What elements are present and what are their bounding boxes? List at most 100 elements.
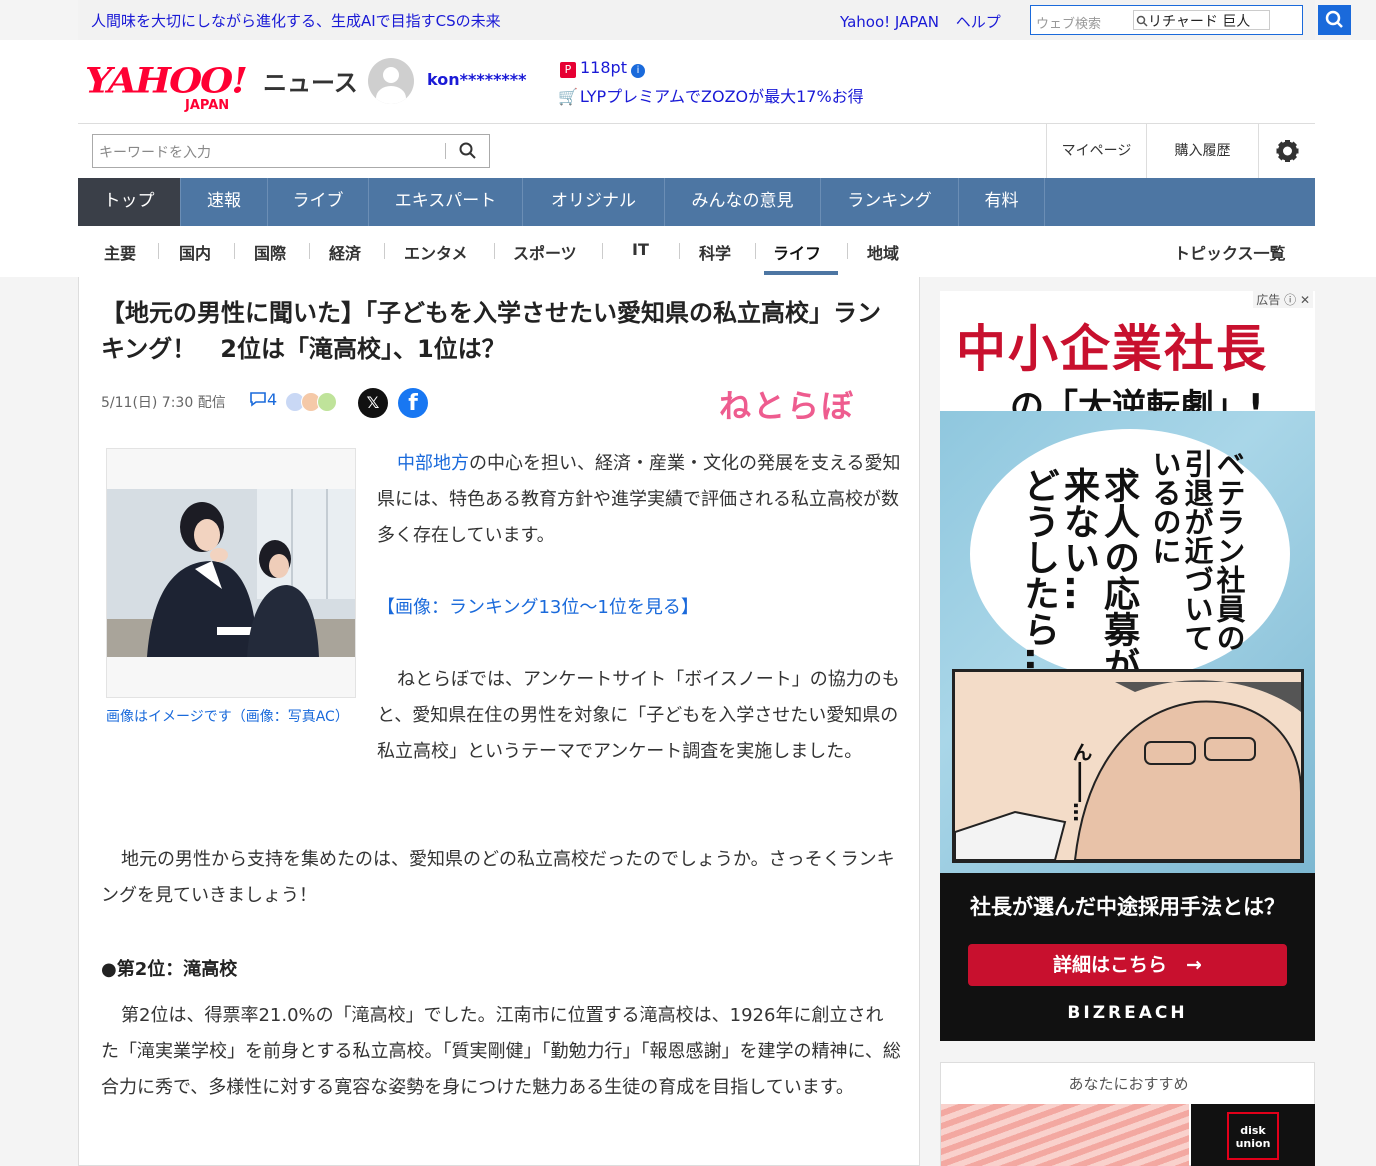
article-image[interactable]: [106, 448, 356, 698]
paragraph-5: 第2位は、得票率21.0%の「滝高校」でした。江南市に位置する滝高校は、1926…: [101, 1005, 901, 1098]
recommendations: あなたにおすすめ disk union: [940, 1062, 1315, 1166]
divider: [494, 243, 495, 259]
web-search-button[interactable]: [1318, 5, 1351, 35]
help-link[interactable]: ヘルプ: [956, 13, 1001, 31]
ad-manga: ベテラン社員の 引退が近づいて いるのに 求人の応募が 来ない… どうしたら… …: [940, 411, 1315, 873]
divider: [445, 143, 446, 159]
cat-life[interactable]: ライフ: [773, 240, 821, 264]
top-promo-bar: 人間味を大切にしながら進化する、生成AIで目指すCSの未来 Yahoo! JAP…: [78, 0, 1351, 40]
nav-top[interactable]: トップ: [78, 178, 181, 226]
web-search-suggestion[interactable]: リチャード 巨人: [1133, 10, 1270, 30]
purchase-history-link[interactable]: 購入履歴: [1146, 124, 1258, 178]
comment-count: 4: [267, 390, 278, 409]
cat-region[interactable]: 地域: [867, 240, 899, 264]
subheader: キーワードを入力 マイページ 購入履歴: [78, 123, 1315, 178]
gear-icon[interactable]: [1258, 124, 1315, 178]
nav-opinions[interactable]: みんなの意見: [665, 178, 821, 226]
cat-entertainment[interactable]: エンタメ: [404, 240, 468, 264]
yahoo-news-logo[interactable]: YAHOO! JAPAN ニュース: [85, 58, 358, 113]
nav-live[interactable]: ライブ: [268, 178, 369, 226]
cat-main[interactable]: 主要: [104, 240, 136, 264]
paypay-icon: P: [560, 62, 576, 78]
cat-it[interactable]: IT: [632, 240, 649, 259]
keyword-search-placeholder: キーワードを入力: [99, 145, 211, 161]
article-title: 【地元の男性に聞いた】「子どもを入学させたい愛知県の私立高校」ランキング！ 2位…: [101, 299, 881, 363]
divider: [847, 243, 848, 259]
bubble-text: いるのに: [1148, 449, 1182, 565]
logo-yahoo: YAHOO!: [85, 60, 248, 101]
nav-paid[interactable]: 有料: [959, 178, 1045, 226]
nav-expert[interactable]: エキスパート: [369, 178, 523, 226]
ad-banner[interactable]: 広告 ⓘ ✕ 中小企業社長 の「大逆転劇」! ベテラン社員の 引退が近づいて い…: [940, 291, 1315, 1041]
divider: [602, 243, 603, 259]
bubble-text: どうしたら…: [1018, 467, 1059, 683]
active-tab-indicator: [764, 271, 838, 275]
cat-international[interactable]: 国際: [254, 240, 286, 264]
points-link[interactable]: P 118pt i: [560, 58, 645, 78]
paragraph-1: 中部地方の中心を担い、経済・産業・文化の発展を支える愛知県には、特色ある教育方針…: [377, 446, 901, 554]
cat-domestic[interactable]: 国内: [179, 240, 211, 264]
nav-breaking[interactable]: 速報: [181, 178, 268, 226]
disk-union-logo: disk union: [1227, 1112, 1279, 1160]
image-caption[interactable]: 画像はイメージです（画像：写真AC）: [106, 707, 349, 728]
comment-link[interactable]: 4: [249, 390, 277, 409]
ad-headline-1: 中小企業社長: [956, 320, 1268, 378]
x-share-icon[interactable]: 𝕏: [358, 388, 388, 418]
keyword-search-input[interactable]: キーワードを入力: [92, 134, 490, 168]
reaction-faces[interactable]: [285, 392, 345, 414]
publisher-logo[interactable]: ねとらぼ: [719, 381, 855, 427]
ad-brand-logo: BIZREACH: [1067, 1003, 1188, 1023]
search-icon[interactable]: [458, 141, 478, 165]
reaction-icon: [317, 392, 337, 412]
divider: [309, 243, 310, 259]
ad-label-text: 広告: [1256, 293, 1281, 307]
divider: [755, 243, 756, 259]
promo-link[interactable]: 人間味を大切にしながら進化する、生成AIで目指すCSの未来: [91, 10, 501, 31]
paragraph-2: 【画像：ランキング13位～1位を見る】: [377, 590, 901, 626]
recommendations-title: あなたにおすすめ: [1068, 1075, 1189, 1093]
avatar[interactable]: [368, 58, 414, 104]
comment-icon: [250, 392, 266, 407]
facebook-share-icon[interactable]: f: [398, 388, 428, 418]
search-icon: [1136, 15, 1148, 27]
search-icon: [1325, 10, 1343, 28]
manga-panel: ん――…: [952, 669, 1304, 863]
header: YAHOO! JAPAN ニュース kon******** P 118pt i 🛒 L…: [0, 40, 1376, 277]
mypage-link[interactable]: マイページ: [1046, 124, 1146, 178]
category-nav: 主要 国内 国際 経済 エンタメ スポーツ IT 科学 ライフ 地域 トピックス…: [78, 226, 1315, 276]
article: 【地元の男性に聞いた】「子どもを入学させたい愛知県の私立高校」ランキング！ 2位…: [78, 277, 920, 1166]
cart-icon: 🛒: [558, 87, 578, 106]
paragraph-3: ねとらぼでは、アンケートサイト「ボイスノート」の協力のもと、愛知県在住の男性を対…: [377, 669, 900, 762]
divider: [158, 243, 159, 259]
username-link[interactable]: kon********: [427, 70, 527, 89]
yahoo-japan-link[interactable]: Yahoo! JAPAN: [840, 13, 939, 31]
section-heading: ●第2位：滝高校: [101, 959, 238, 980]
divider: [679, 243, 680, 259]
cat-sports[interactable]: スポーツ: [513, 240, 577, 264]
info-icon[interactable]: i: [630, 64, 645, 78]
article-photo: [107, 489, 355, 657]
ad-question: 社長が選んだ中途採用手法とは？: [970, 895, 1285, 919]
manga-sfx: ん――…: [1069, 742, 1093, 822]
cat-science[interactable]: 科学: [699, 240, 731, 264]
web-search-placeholder: ウェブ検索: [1036, 17, 1102, 32]
recommend-item[interactable]: [941, 1104, 1189, 1166]
lyp-promo-link[interactable]: 🛒 LYPプレミアムでZOZOが最大17%お得: [558, 83, 864, 107]
suggestion-text: リチャード 巨人: [1148, 14, 1251, 30]
divider: [234, 243, 235, 259]
ranking-image-link[interactable]: 【画像：ランキング13位～1位を見る】: [377, 597, 699, 618]
chubu-link[interactable]: 中部地方: [397, 453, 469, 474]
points-value: 118pt: [580, 58, 627, 77]
topics-list-link[interactable]: トピックス一覧: [1174, 240, 1286, 264]
recommend-item[interactable]: disk union: [1191, 1104, 1315, 1166]
logo-japan: JAPAN: [185, 98, 230, 113]
nav-ranking[interactable]: ランキング: [821, 178, 959, 226]
ad-label[interactable]: 広告 ⓘ ✕: [1253, 291, 1313, 308]
nav-original[interactable]: オリジナル: [523, 178, 665, 226]
ad-cta-button[interactable]: 詳細はこちら →: [968, 944, 1287, 986]
logo-service: ニュース: [263, 69, 358, 97]
top-links: Yahoo! JAPAN ヘルプ: [840, 11, 1013, 32]
cat-economy[interactable]: 経済: [329, 240, 361, 264]
article-date: 5/11(日) 7:30 配信: [101, 395, 226, 411]
web-search-input[interactable]: ウェブ検索 リチャード 巨人: [1030, 5, 1303, 35]
